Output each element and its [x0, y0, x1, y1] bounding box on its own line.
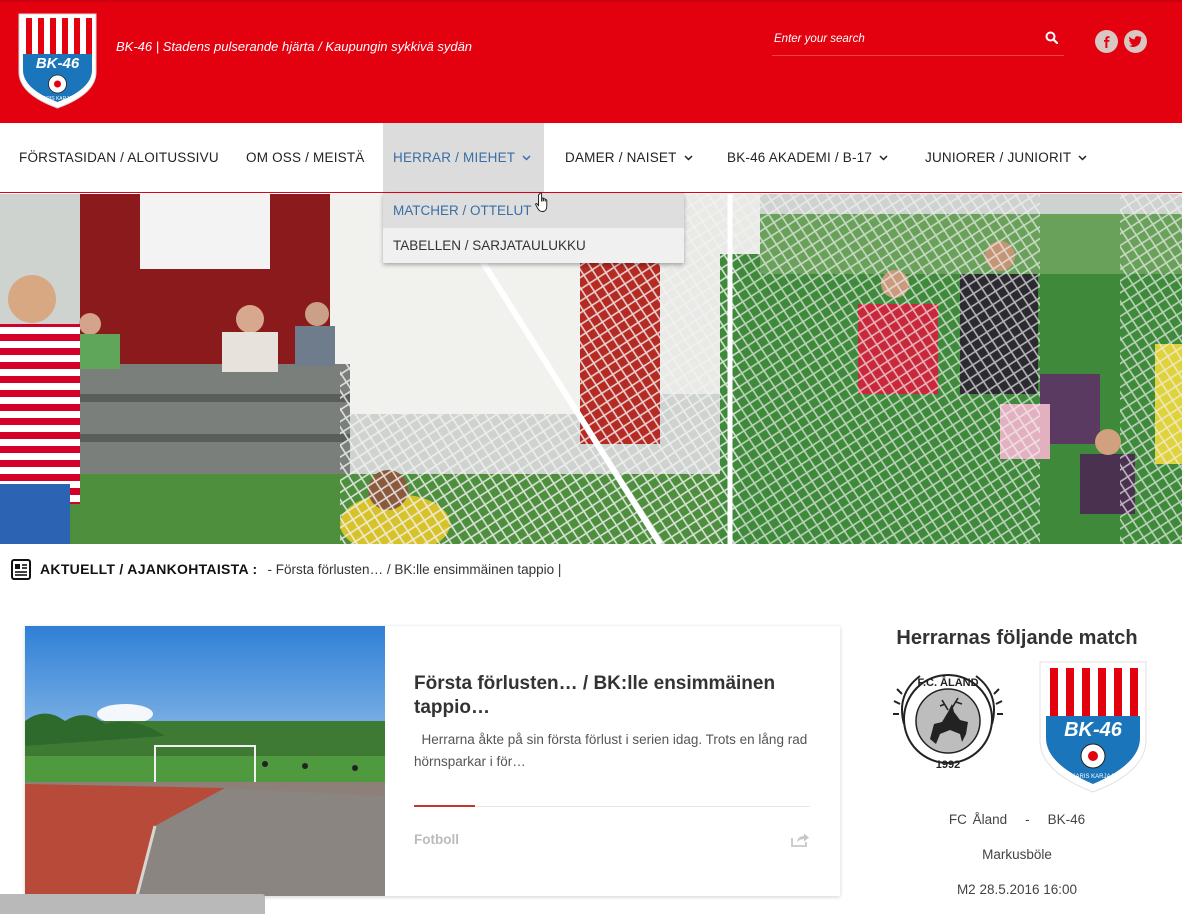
next-match-heading: Herrarnas följande match: [896, 627, 1138, 649]
nav-item-label: FÖRSTASIDAN / ALOITUSSIVU: [19, 150, 219, 165]
chevron-down-icon: [522, 154, 531, 161]
ticker-headline-link[interactable]: - Första förlusten… / BK:lle ensimmäinen…: [268, 562, 562, 577]
search-input[interactable]: [774, 29, 1034, 49]
dropdown-item-tabellen[interactable]: TABELLEN / SARJATAULUKKU: [383, 228, 684, 263]
nav-item-akademi[interactable]: BK-46 AKADEMI / B-17: [727, 123, 888, 192]
twitter-icon[interactable]: [1124, 30, 1147, 53]
svg-text:F.C. ÅLAND: F.C. ÅLAND: [917, 676, 978, 689]
article-title[interactable]: Första förlusten… / BK:lle ensimmäinen t…: [414, 672, 824, 720]
nav-item-label: DAMER / NAISET: [565, 150, 677, 165]
svg-text:KARIS KARJAA: KARIS KARJAA: [1071, 774, 1114, 780]
bottom-overlay-bar: [0, 894, 265, 914]
svg-text:BK-46: BK-46: [36, 55, 80, 72]
site-tagline: BK-46 | Stadens pulserande hjärta / Kaup…: [116, 39, 473, 54]
chevron-down-icon: [879, 154, 888, 161]
home-team: FC Åland: [948, 812, 1008, 827]
article-excerpt: Herrarna åkte på sin första förlust i se…: [414, 729, 824, 773]
herrar-dropdown-menu: MATCHER / OTTELUT TABELLEN / SARJATAULUK…: [383, 193, 684, 263]
bk46-logo[interactable]: BK-46 KARIS KARJAA: [17, 12, 98, 110]
away-team: BK-46: [1047, 812, 1086, 827]
svg-text:BK-46: BK-46: [1064, 719, 1123, 741]
dropdown-item-label: MATCHER / OTTELUT: [393, 203, 532, 218]
nav-item-forstasidan[interactable]: FÖRSTASIDAN / ALOITUSSIVU: [19, 123, 219, 192]
article-divider-accent: [414, 805, 475, 807]
news-ticker: AKTUELLT / AJANKOHTAISTA : - Första förl…: [0, 554, 1182, 584]
dropdown-item-label: TABELLEN / SARJATAULUKKU: [393, 238, 586, 253]
svg-text:KARIS KARJAA: KARIS KARJAA: [40, 96, 77, 102]
nav-item-label: OM OSS / MEISTÄ: [246, 150, 365, 165]
dropdown-item-matcher[interactable]: MATCHER / OTTELUT: [383, 193, 684, 228]
article-card: Första förlusten… / BK:lle ensimmäinen t…: [25, 626, 840, 896]
newspaper-icon: [11, 558, 31, 580]
facebook-icon[interactable]: [1095, 30, 1118, 53]
fc-aland-logo: F.C. ÅLAND 1992: [893, 674, 1003, 771]
bk46-club-logo: BK-46 KARIS KARJAA: [1039, 661, 1147, 793]
search-icon[interactable]: [1044, 30, 1060, 46]
search-bar: [772, 26, 1064, 56]
match-date: M2 28.5.2016 16:00: [956, 882, 1078, 897]
hand-cursor-icon: [535, 192, 548, 212]
article-category-link[interactable]: Fotboll: [414, 832, 459, 847]
nav-item-juniorer[interactable]: JUNIORER / JUNIORIT: [925, 123, 1087, 192]
nav-item-label: JUNIORER / JUNIORIT: [925, 150, 1072, 165]
share-icon[interactable]: [790, 832, 810, 848]
nav-item-damer[interactable]: DAMER / NAISET: [565, 123, 693, 192]
site-header: BK-46 KARIS KARJAA BK-46 | Stadens pulse…: [0, 0, 1182, 123]
match-teams: FC Åland - BK-46: [852, 812, 1182, 827]
nav-item-herrar[interactable]: HERRAR / MIEHET: [383, 123, 544, 192]
match-venue: Markusböle: [982, 847, 1052, 862]
team-separator: -: [1025, 812, 1030, 827]
chevron-down-icon: [684, 154, 693, 161]
nav-item-label: HERRAR / MIEHET: [393, 150, 516, 165]
article-excerpt-text: Herrarna åkte på sin första förlust i se…: [414, 732, 808, 769]
main-nav: FÖRSTASIDAN / ALOITUSSIVU OM OSS / MEIST…: [0, 123, 1182, 193]
nav-item-om-oss[interactable]: OM OSS / MEISTÄ: [246, 123, 365, 192]
chevron-down-icon: [1078, 154, 1087, 161]
nav-item-label: BK-46 AKADEMI / B-17: [727, 150, 873, 165]
article-thumbnail[interactable]: [25, 626, 385, 896]
ticker-label: AKTUELLT / AJANKOHTAISTA :: [40, 561, 258, 577]
svg-text:1992: 1992: [936, 759, 960, 771]
